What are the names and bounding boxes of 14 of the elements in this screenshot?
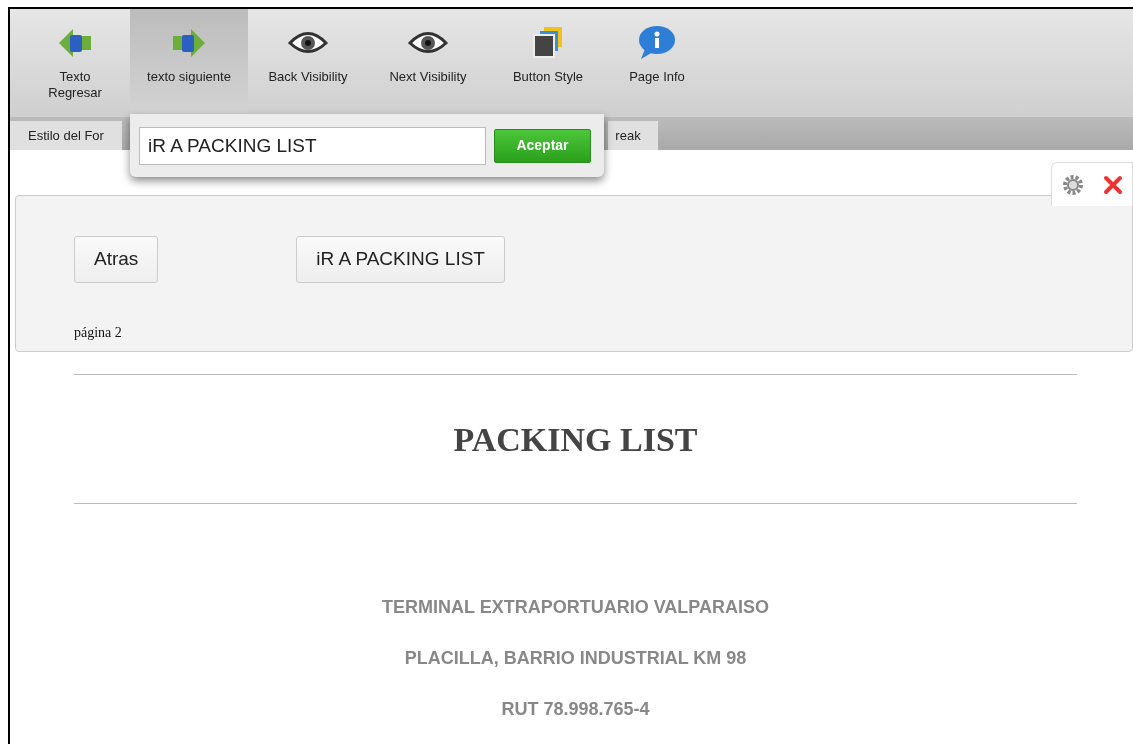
page-button[interactable]: Atras: [74, 236, 159, 283]
tab[interactable]: Estilo del For: [10, 121, 122, 150]
text-input[interactable]: iR A PACKING LIST: [139, 126, 486, 165]
close-icon[interactable]: [1102, 174, 1123, 195]
document-title: PACKING LIST: [452, 420, 699, 460]
page-button[interactable]: iR A PACKING LIST: [296, 236, 505, 283]
page-label: página 2: [74, 324, 122, 342]
toolbar-button[interactable]: Texto Regresar: [20, 9, 130, 117]
address-line: PLACILLA, BARRIO INDUSTRIAL KM 98: [403, 647, 748, 670]
toolbar-button[interactable]: Page Info: [608, 9, 706, 117]
tab[interactable]: reak: [608, 121, 658, 150]
settings-icon[interactable]: [1061, 173, 1084, 196]
address-line: TERMINAL EXTRAPORTUARIO VALPARAISO: [381, 596, 770, 619]
address-line: RUT 78.998.765-4: [500, 698, 651, 721]
